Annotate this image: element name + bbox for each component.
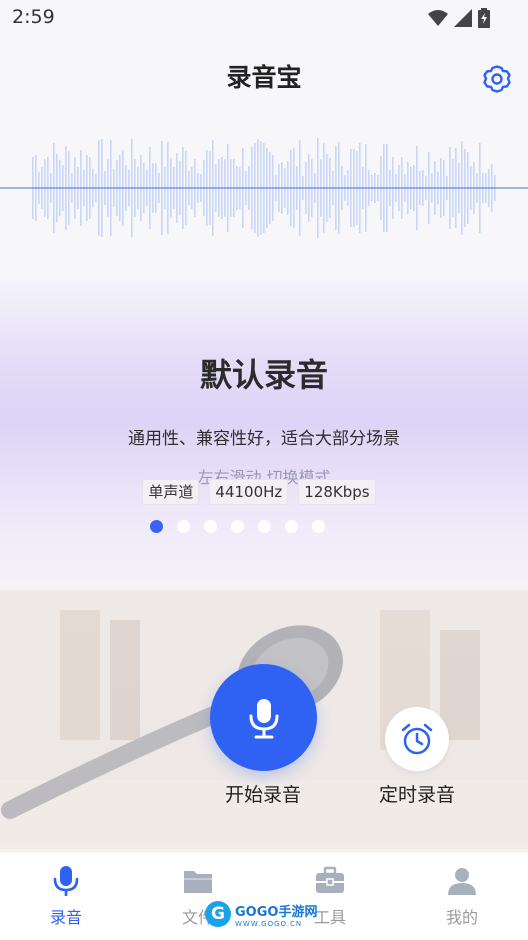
mode-title: 默认录音 [199,356,328,394]
mode-description: 通用性、兼容性好，适合大部分场景 [128,429,400,449]
page-dot[interactable] [311,520,325,533]
tab-record[interactable]: 录音 [16,864,116,928]
status-bar: 2:59 [0,0,528,36]
audio-waveform [0,138,528,238]
watermark-text-group: GOGO手游网 WWW.GOGO.CN [235,901,317,928]
user-icon [448,868,476,895]
page-dot[interactable] [176,520,190,533]
watermark-logo: G GOGO手游网 WWW.GOGO.CN [205,897,317,931]
folder-icon [184,871,212,893]
tab-profile[interactable]: 我的 [412,864,512,928]
toolbox-icon [316,866,344,893]
page-dot[interactable] [230,520,244,533]
gear-icon [483,65,511,93]
watermark-text: GOGO手游网 [235,904,318,920]
battery-icon [478,8,490,28]
status-icons [428,8,490,28]
watermark-subtext: WWW.GOGO.CN [235,919,303,928]
tab-profile-label: 我的 [445,908,478,927]
page-dot[interactable] [257,520,271,533]
bitrate-tag: 128Kbps [298,479,376,505]
app-title: 录音宝 [226,63,302,92]
page-indicator [0,520,501,533]
mode-tags: 单声道 44100Hz 128Kbps [0,479,523,505]
channel-tag: 单声道 [142,479,200,505]
watermark-g-icon: G [205,901,231,927]
page-dot[interactable] [284,520,298,533]
start-recording-label: 开始录音 [224,784,301,806]
settings-button[interactable] [480,62,514,96]
microphone-icon [249,698,278,738]
page-dot[interactable] [203,520,217,533]
tab-record-label: 录音 [49,908,82,927]
start-recording-button[interactable] [210,664,317,771]
page-dot[interactable] [149,520,163,533]
signal-icon [454,9,472,27]
alarm-clock-icon [401,723,433,755]
status-time: 2:59 [12,6,55,28]
microphone-icon [53,866,79,896]
wifi-icon [428,10,448,26]
scheduled-recording-button[interactable] [385,707,449,771]
scheduled-recording-label: 定时录音 [378,784,455,806]
sample-rate-tag: 44100Hz [209,479,289,505]
